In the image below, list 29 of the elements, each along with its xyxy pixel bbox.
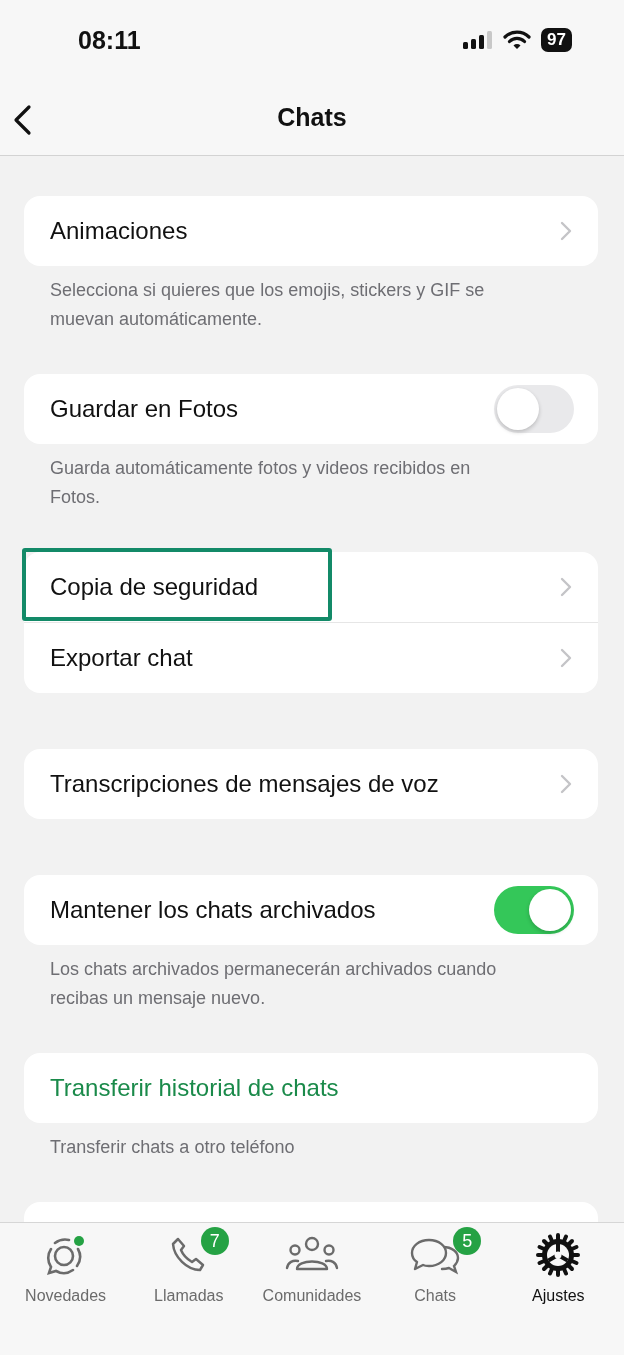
status-time: 08:11: [78, 25, 141, 55]
section-footnote: Transferir chats a otro teléfono: [49, 1136, 296, 1159]
section-footnote: Guarda automáticamente fotos y videos recibidos en Fotos.: [49, 457, 472, 509]
back-icon[interactable]: [12, 104, 32, 136]
setting-label: Exportar chat: [50, 644, 193, 672]
setting-label: Copia de seguridad: [50, 573, 259, 601]
page-title: Chats: [277, 103, 347, 132]
toggle-switch[interactable]: [494, 886, 574, 934]
setting-label: Mantener los chats archivados: [50, 896, 376, 924]
action-link[interactable]: Transferir historial de chats: [50, 1074, 339, 1102]
battery-level: 97: [541, 28, 572, 52]
signal-icon: [463, 31, 494, 49]
count-badge: 5: [453, 1227, 482, 1255]
section-footnote: Selecciona si quieres que los emojis, stickers y GIF se muevan automáticamente.: [49, 279, 486, 331]
setting-label: Transcripciones de mensajes de voz: [50, 770, 439, 798]
setting-label: Animaciones: [50, 217, 188, 245]
gear-icon: [536, 1233, 581, 1277]
tab-item[interactable]: Novedades: [5, 1231, 126, 1355]
wifi-icon: [503, 30, 532, 50]
tab-item[interactable]: Comunidades: [251, 1231, 372, 1355]
chevron-icon[interactable]: [560, 774, 572, 794]
count-badge: 7: [200, 1227, 229, 1255]
tab-item[interactable]: Ajustes: [498, 1231, 619, 1355]
toggle-switch[interactable]: [494, 385, 574, 433]
section-footnote: Los chats archivados permanecerán archivados cuando recibas un mensaje nuevo.: [49, 958, 498, 1010]
setting-label: Guardar en Fotos: [50, 395, 239, 423]
chevron-icon[interactable]: [560, 221, 572, 241]
chevron-icon[interactable]: [560, 648, 572, 668]
chevron-icon[interactable]: [560, 577, 572, 597]
